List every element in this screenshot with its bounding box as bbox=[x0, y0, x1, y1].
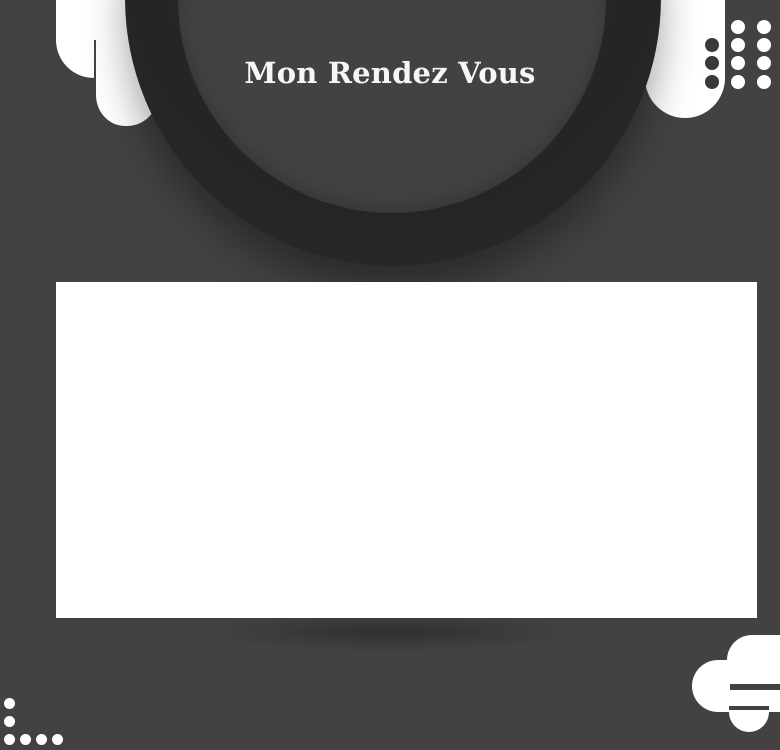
decorative-dot bbox=[4, 698, 15, 709]
decorative-dot bbox=[731, 75, 745, 89]
decorative-dot bbox=[757, 38, 771, 52]
content-panel bbox=[56, 282, 757, 618]
decorative-dot bbox=[705, 75, 719, 89]
decorative-dot bbox=[52, 734, 63, 745]
decorative-dot bbox=[4, 734, 15, 745]
decorative-dot bbox=[4, 716, 15, 727]
page-title: Mon Rendez Vous bbox=[244, 56, 536, 90]
decorative-dot bbox=[731, 20, 745, 34]
decorative-dot bbox=[757, 20, 771, 34]
decorative-dot bbox=[731, 56, 745, 70]
decorative-divider bbox=[730, 684, 780, 690]
decorative-dot bbox=[705, 38, 719, 52]
decorative-circle bbox=[729, 692, 769, 732]
decorative-dot bbox=[757, 75, 771, 89]
decorative-dot bbox=[705, 56, 719, 70]
decorative-dot bbox=[757, 56, 771, 70]
decorative-dot bbox=[731, 38, 745, 52]
panel-shadow bbox=[200, 612, 580, 652]
decorative-dot bbox=[705, 20, 719, 34]
decorative-dot bbox=[20, 734, 31, 745]
decorative-divider bbox=[729, 706, 769, 710]
decorative-dot bbox=[36, 734, 47, 745]
